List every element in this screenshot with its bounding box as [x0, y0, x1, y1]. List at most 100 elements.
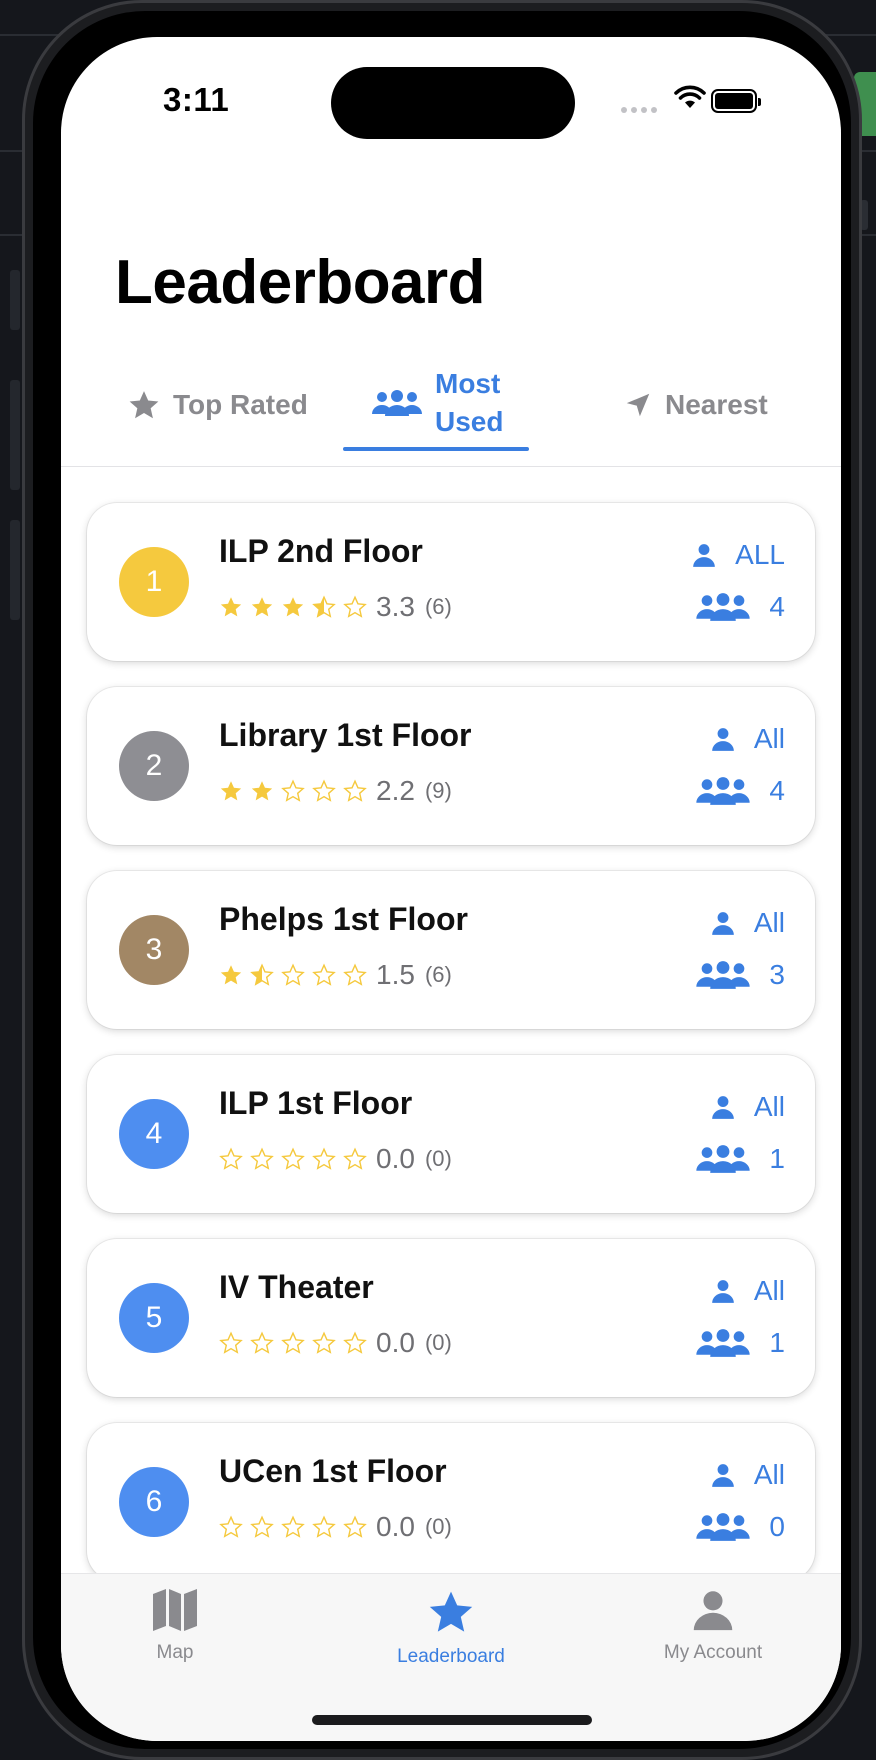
group-count: 3	[769, 959, 785, 990]
people-icon	[696, 593, 751, 621]
spot-name: Phelps 1st Floor	[219, 901, 468, 937]
group-count: 1	[769, 1143, 785, 1174]
star-filled-icon	[220, 965, 242, 985]
star-icon	[429, 1591, 473, 1632]
star-empty-icon	[343, 1331, 367, 1354]
group-usage: 4	[693, 775, 785, 807]
star-empty-icon	[312, 1331, 336, 1354]
group-count: 4	[769, 591, 785, 622]
rank-badge: 3	[119, 915, 189, 985]
rating-score: 1.5	[376, 959, 415, 990]
group-usage: 1	[693, 1143, 785, 1175]
star-empty-icon	[343, 963, 367, 986]
people-icon	[696, 1145, 751, 1173]
review-count: (0)	[424, 1146, 452, 1171]
star-empty-icon	[312, 1147, 336, 1170]
tabbar-leaderboard-label: Leaderboard	[397, 1646, 505, 1667]
tab-top-rated-label: Top Rated	[173, 389, 308, 420]
rating-stars	[219, 1147, 374, 1171]
tabbar-my-account-label: My Account	[663, 1642, 763, 1663]
star-empty-icon	[250, 1515, 274, 1538]
star-empty-icon	[281, 779, 305, 802]
access-label: All	[753, 1091, 785, 1122]
leaderboard-card[interactable]: 6 UCen 1st Floor 0.0 (0) All 0	[87, 1423, 815, 1581]
review-count: (0)	[424, 1330, 452, 1355]
access-level: All	[710, 1459, 785, 1491]
map-icon	[153, 1589, 197, 1631]
spot-name: Library 1st Floor	[219, 717, 472, 753]
star-half-icon	[250, 963, 274, 986]
star-empty-icon	[343, 779, 367, 802]
person-icon	[712, 1464, 734, 1487]
star-empty-icon	[281, 1147, 305, 1170]
rating-score: 0.0	[376, 1511, 415, 1542]
access-level: All	[710, 1275, 785, 1307]
leaderboard-card[interactable]: 2 Library 1st Floor 2.2 (9) All 4	[87, 687, 815, 845]
rating-stars	[219, 779, 374, 803]
review-count: (6)	[424, 962, 452, 987]
star-rating: 1.5 (6)	[219, 959, 452, 991]
star-empty-icon	[312, 963, 336, 986]
tab-nearest[interactable]: Nearest	[623, 381, 768, 429]
phone-frame: 3:11 Leaderboard Top Rated Most Used Nea…	[22, 0, 862, 1760]
group-usage: 4	[693, 591, 785, 623]
person-icon	[712, 728, 734, 751]
tabbar-leaderboard[interactable]: Leaderboard	[351, 1588, 551, 1668]
star-empty-icon	[219, 1331, 243, 1354]
rating-stars	[219, 595, 374, 619]
tabbar-my-account[interactable]: My Account	[613, 1588, 813, 1664]
person-icon	[693, 544, 716, 567]
star-rating: 2.2 (9)	[219, 775, 452, 807]
group-count: 0	[769, 1511, 785, 1542]
people-icon	[372, 390, 422, 416]
leaderboard-card[interactable]: 3 Phelps 1st Floor 1.5 (6) All 3	[87, 871, 815, 1029]
leaderboard-card[interactable]: 4 ILP 1st Floor 0.0 (0) All 1	[87, 1055, 815, 1213]
page-title: Leaderboard	[115, 248, 486, 317]
rank-badge: 4	[119, 1099, 189, 1169]
spot-name: ILP 2nd Floor	[219, 533, 423, 569]
access-level: All	[710, 907, 785, 939]
rank-badge: 5	[119, 1283, 189, 1353]
star-empty-icon	[343, 595, 367, 618]
review-count: (6)	[424, 594, 452, 619]
tab-top-rated[interactable]: Top Rated	[127, 381, 308, 429]
star-rating: 3.3 (6)	[219, 591, 452, 623]
star-empty-icon	[219, 1515, 243, 1538]
people-icon	[696, 1513, 751, 1541]
app-screen: 3:11 Leaderboard Top Rated Most Used Nea…	[61, 37, 841, 1741]
star-rating: 0.0 (0)	[219, 1143, 452, 1175]
star-filled-icon	[220, 781, 242, 801]
star-rating: 0.0 (0)	[219, 1511, 452, 1543]
person-icon	[712, 1280, 734, 1303]
home-indicator[interactable]	[312, 1715, 592, 1725]
rating-score: 0.0	[376, 1327, 415, 1358]
selected-tab-indicator	[343, 447, 529, 451]
access-label: All	[753, 907, 785, 938]
access-level: All	[710, 723, 785, 755]
star-empty-icon	[343, 1515, 367, 1538]
tabbar-map[interactable]: Map	[75, 1588, 275, 1664]
rating-score: 3.3	[376, 591, 415, 622]
star-filled-icon	[251, 597, 273, 617]
tab-most-used-label: Most Used	[435, 368, 504, 437]
review-count: (9)	[424, 778, 452, 803]
location-arrow-icon	[626, 393, 650, 417]
tab-most-used[interactable]: Most Used	[371, 365, 515, 441]
star-filled-icon	[220, 597, 242, 617]
rank-badge: 6	[119, 1467, 189, 1537]
rating-score: 0.0	[376, 1143, 415, 1174]
rank-badge: 2	[119, 731, 189, 801]
person-icon	[712, 912, 734, 935]
group-count: 1	[769, 1327, 785, 1358]
access-level: ALL	[691, 539, 785, 571]
people-icon	[696, 1329, 751, 1357]
leaderboard-card[interactable]: 5 IV Theater 0.0 (0) All 1	[87, 1239, 815, 1397]
star-icon	[129, 391, 159, 419]
status-time: 3:11	[163, 81, 230, 118]
star-filled-icon	[282, 597, 304, 617]
battery-icon	[711, 89, 761, 113]
dynamic-island	[331, 67, 575, 139]
leaderboard-card[interactable]: 1 ILP 2nd Floor 3.3 (6) ALL 4	[87, 503, 815, 661]
segment-tabs: Top Rated Most Used Nearest	[61, 357, 841, 467]
star-empty-icon	[343, 1147, 367, 1170]
